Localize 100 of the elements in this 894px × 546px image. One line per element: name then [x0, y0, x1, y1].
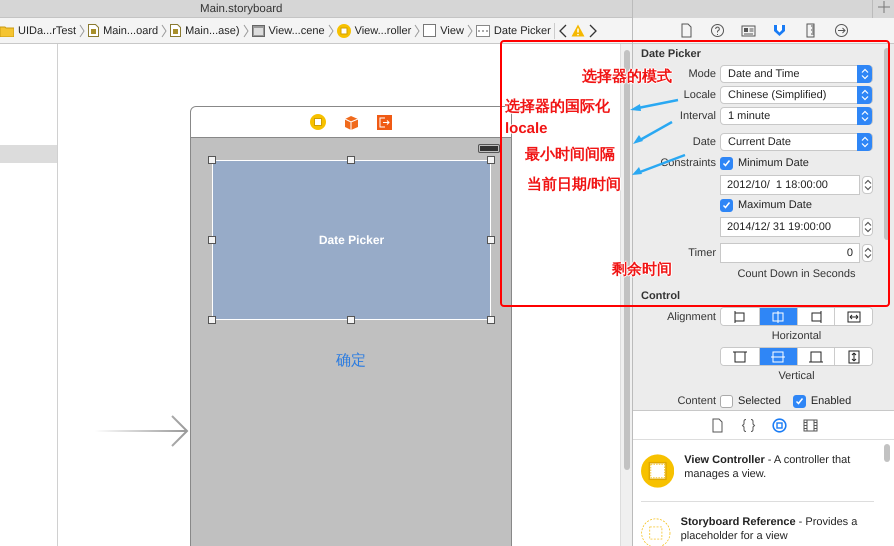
circle-square-icon[interactable]	[772, 418, 786, 432]
breadcrumb-item[interactable]: Main...oard	[88, 24, 158, 37]
divider-line-icon	[554, 22, 555, 38]
alignment-icon	[770, 350, 786, 364]
annotation-label: locale	[505, 120, 548, 137]
library-item[interactable]: View Controller - A controller that manages a view.	[641, 440, 874, 502]
resize-handle[interactable]	[208, 156, 216, 164]
segmented-control[interactable]	[720, 307, 873, 326]
shield-icon[interactable]	[772, 23, 786, 38]
chevron-icon	[328, 24, 334, 38]
input-field[interactable]: 2014/12/ 31 19:00:00	[720, 217, 860, 237]
field-label: Interval	[680, 110, 716, 122]
alignment-icon	[770, 310, 786, 324]
stepper-arrows-icon	[860, 110, 868, 122]
view-icon	[423, 24, 436, 37]
breadcrumb-item[interactable]: View	[423, 24, 464, 37]
annotation-label: 剩余时间	[612, 260, 672, 279]
resize-handle[interactable]	[487, 316, 495, 324]
resize-handle[interactable]	[208, 316, 216, 324]
checkbox-label: Enabled	[810, 395, 852, 407]
help-icon[interactable]	[710, 23, 724, 38]
field-caption: Vertical	[777, 370, 816, 382]
arrow-circle-icon[interactable]	[834, 23, 848, 38]
resize-handle[interactable]	[487, 236, 495, 244]
checkbox-label: Minimum Date	[738, 157, 809, 169]
film-icon[interactable]	[802, 418, 818, 432]
annotation-label: 当前日期/时间	[527, 175, 622, 194]
popup-button[interactable]: 1 minute	[720, 107, 873, 125]
stepper-arrows-icon	[860, 68, 868, 80]
annotation-arrow	[630, 98, 678, 111]
resize-handle[interactable]	[208, 236, 216, 244]
forward-chevron-icon[interactable]	[588, 24, 598, 38]
library-item[interactable]: Storyboard Reference - Provides a placeholder for a view	[641, 502, 874, 546]
view-controller-icon	[336, 24, 351, 38]
library-item-description: Storyboard Reference - Provides a placeholder for a view	[680, 515, 858, 543]
annotation-label: 最小时间间隔	[525, 145, 615, 164]
popup-button[interactable]: Current Date	[720, 133, 873, 151]
checkbox[interactable]	[720, 198, 733, 212]
braces-icon[interactable]	[740, 418, 756, 432]
popup-button[interactable]: Date and Time	[720, 65, 873, 83]
stepper[interactable]	[862, 244, 873, 262]
chevron-icon	[466, 24, 473, 38]
field-label: Date	[692, 136, 716, 148]
document-icon[interactable]	[710, 418, 724, 432]
window-title: Main.storyboard	[200, 2, 282, 14]
checkbox-label: Selected	[738, 395, 781, 407]
scrollbar[interactable]	[884, 444, 890, 462]
breadcrumb-item[interactable]: Date Picker	[476, 24, 551, 36]
field-label: Timer	[688, 247, 716, 259]
chevron-icon	[79, 24, 86, 38]
stepper-arrows-icon	[864, 247, 872, 259]
identity-card-icon[interactable]	[740, 23, 756, 38]
battery-icon	[478, 144, 502, 153]
input-field[interactable]: 2012/10/ 1 18:00:00	[720, 175, 860, 195]
checkbox[interactable]	[720, 156, 733, 170]
breadcrumb-item[interactable]: View...cene	[252, 24, 325, 36]
resize-handle[interactable]	[347, 156, 355, 164]
section-title: Control	[641, 290, 682, 302]
annotation-label: 选择器的国际化	[505, 97, 610, 116]
back-chevron-icon[interactable]	[558, 24, 568, 38]
annotation-arrow	[633, 120, 673, 144]
checkbox[interactable]	[720, 394, 733, 408]
segmented-control[interactable]	[720, 347, 873, 366]
alignment-icon	[846, 310, 862, 324]
breadcrumb-item[interactable]: View...roller	[336, 24, 412, 38]
alignment-icon	[846, 350, 862, 364]
input-field[interactable]: 0	[720, 243, 860, 263]
chevron-icon	[242, 24, 249, 38]
checkbox[interactable]	[792, 394, 806, 408]
exit-icon[interactable]	[377, 114, 392, 130]
breadcrumb-item[interactable]: Main...ase)	[170, 24, 240, 37]
section-title: Date Picker	[641, 48, 702, 60]
field-caption: Horizontal	[770, 330, 822, 342]
field-label: Alignment	[667, 310, 716, 322]
chevron-icon	[414, 24, 420, 38]
document-icon	[88, 24, 100, 37]
breadcrumb-item[interactable]: UIDa...rTest	[0, 24, 76, 36]
field-label: Mode	[688, 68, 716, 80]
document-icon[interactable]	[678, 23, 694, 38]
chevron-icon	[161, 24, 168, 38]
checkmark-icon	[722, 158, 731, 168]
stepper-arrows-icon	[860, 136, 868, 148]
stepper-arrows-icon	[860, 89, 868, 101]
stepper[interactable]	[862, 218, 873, 236]
stepper-arrows-icon	[864, 179, 872, 191]
field-label: Locale	[684, 89, 716, 101]
stepper-arrows-icon	[864, 221, 872, 233]
resize-handle[interactable]	[347, 316, 355, 324]
popup-button[interactable]: Chinese (Simplified)	[720, 86, 873, 104]
stepper[interactable]	[862, 176, 873, 194]
field-label: Content	[677, 395, 716, 407]
date-picker-icon	[476, 24, 490, 36]
scene-icon	[252, 24, 265, 36]
resize-handle[interactable]	[487, 156, 495, 164]
annotation-label: 选择器的模式	[582, 67, 672, 86]
folder-icon	[0, 24, 14, 36]
cube-icon[interactable]	[344, 114, 359, 130]
alignment-icon	[808, 350, 824, 364]
library-item-description: View Controller - A controller that manages a view.	[684, 453, 852, 481]
alignment-icon	[732, 350, 748, 364]
